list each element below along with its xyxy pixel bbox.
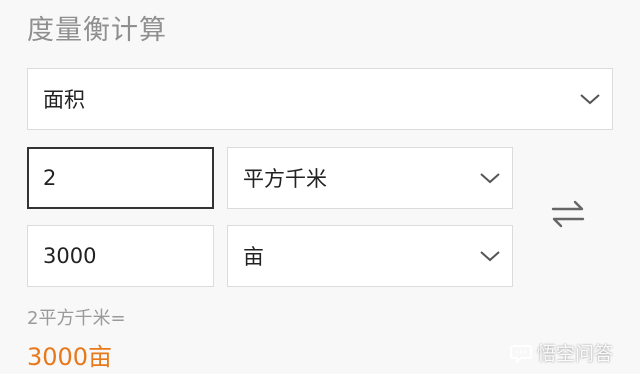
result-value: 3000亩: [27, 343, 113, 371]
to-unit-select[interactable]: 亩: [227, 225, 513, 287]
to-unit-label: 亩: [243, 245, 264, 269]
to-value-input[interactable]: 3000: [27, 225, 214, 287]
from-value-input[interactable]: 2: [27, 147, 214, 209]
watermark-text: 悟空问答: [537, 343, 614, 365]
chevron-down-icon: [579, 92, 601, 106]
speech-bubble-icon: [509, 341, 533, 365]
chevron-down-icon: [479, 171, 501, 185]
chevron-down-icon: [479, 249, 501, 263]
category-selected-label: 面积: [43, 88, 85, 112]
result-expression: 2平方千米=: [27, 308, 126, 329]
to-value: 3000: [43, 244, 97, 268]
page-title: 度量衡计算: [27, 15, 167, 46]
category-select[interactable]: 面积: [27, 68, 613, 130]
from-unit-select[interactable]: 平方千米: [227, 147, 513, 209]
watermark: 悟空问答: [509, 339, 613, 366]
swap-icon[interactable]: [549, 197, 587, 231]
from-value: 2: [43, 166, 57, 190]
from-unit-label: 平方千米: [243, 167, 327, 191]
